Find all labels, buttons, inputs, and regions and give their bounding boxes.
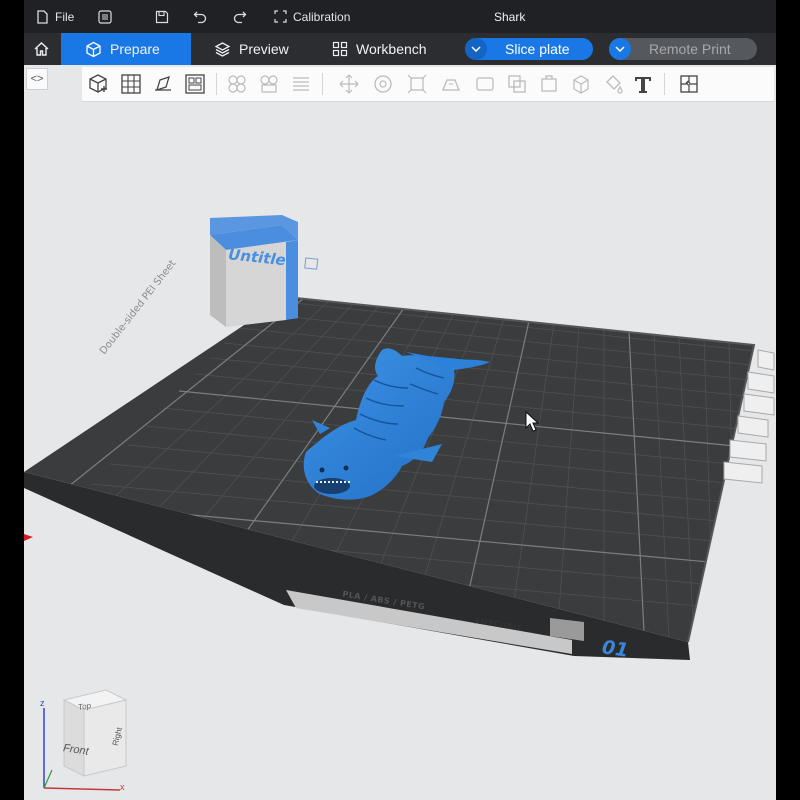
arrange-icon xyxy=(185,74,205,94)
arrange-plate-icon[interactable] xyxy=(729,439,767,462)
rotate-button[interactable] xyxy=(370,71,396,97)
build-plate-red-marker xyxy=(24,534,33,541)
auto-orient-button[interactable] xyxy=(150,71,176,97)
axis-z-label: z xyxy=(40,698,45,708)
view-plate-icon[interactable] xyxy=(747,371,775,394)
add-model-button[interactable] xyxy=(86,71,112,97)
split-objects-button[interactable] xyxy=(224,71,250,97)
boolean-icon xyxy=(508,75,526,93)
support-paint-icon xyxy=(541,75,557,92)
cut-icon xyxy=(476,77,494,91)
rotate-icon xyxy=(374,75,392,93)
object-toolbar xyxy=(82,67,774,102)
plate-settings-icon[interactable] xyxy=(743,393,775,416)
paint-bucket-icon xyxy=(606,75,623,94)
orient-plate-icon[interactable] xyxy=(723,461,763,484)
arrange-button[interactable] xyxy=(182,71,208,97)
support-paint-button[interactable] xyxy=(536,71,562,97)
split-parts-icon xyxy=(260,75,278,93)
move-button[interactable] xyxy=(336,71,362,97)
plate-grid-icon xyxy=(121,74,141,94)
orient-icon xyxy=(155,75,171,92)
edit-icon xyxy=(303,257,318,270)
text-t-icon xyxy=(635,77,651,93)
expand-sidebar-button[interactable]: <> xyxy=(26,68,48,90)
scale-button[interactable] xyxy=(404,71,430,97)
boolean-button[interactable] xyxy=(504,71,530,97)
puzzle-icon xyxy=(680,75,698,93)
layer-height-icon xyxy=(293,77,309,91)
color-paint-button[interactable] xyxy=(600,71,626,97)
lay-on-face-button[interactable] xyxy=(438,71,464,97)
build-plate-viewport[interactable] xyxy=(24,0,776,800)
seam-paint-button[interactable] xyxy=(568,71,594,97)
text-tool-button[interactable] xyxy=(630,71,656,97)
split-objects-icon xyxy=(228,75,246,93)
cut-button[interactable] xyxy=(472,71,498,97)
plate-number: 01 xyxy=(600,636,630,662)
app-window: File Calibration Shark Prepare Preview W… xyxy=(24,0,776,800)
code-brackets-icon: <> xyxy=(30,73,44,85)
assembly-view-button[interactable] xyxy=(676,71,702,97)
add-plate-button[interactable] xyxy=(118,71,144,97)
toolbar-divider xyxy=(216,73,217,95)
seam-cube-icon xyxy=(573,75,589,94)
lock-plate-icon[interactable] xyxy=(737,415,769,438)
lay-on-face-icon xyxy=(442,79,460,91)
split-parts-button[interactable] xyxy=(256,71,282,97)
move-icon xyxy=(339,74,359,94)
variable-layer-height-button[interactable] xyxy=(288,71,314,97)
toolbar-divider xyxy=(322,73,323,95)
axis-x-label: x xyxy=(120,782,125,792)
close-plate-icon[interactable] xyxy=(757,349,775,371)
scale-icon xyxy=(407,74,427,94)
add-cube-icon xyxy=(89,74,107,93)
box-object[interactable] xyxy=(210,215,298,327)
toolbar-divider xyxy=(664,73,665,95)
